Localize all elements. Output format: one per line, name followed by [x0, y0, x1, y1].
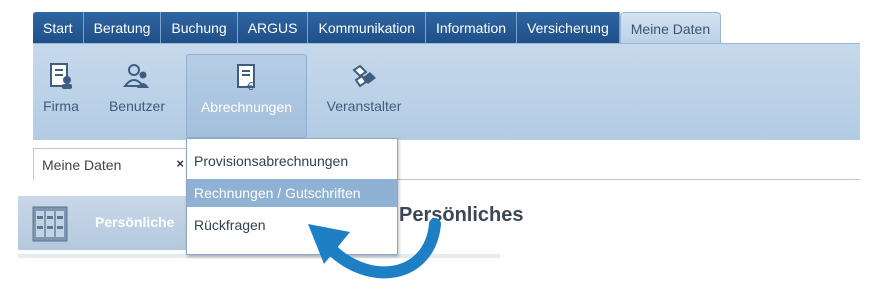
- toolbar-firma-button[interactable]: Firma: [35, 56, 87, 132]
- tab-start[interactable]: Start: [33, 12, 84, 44]
- toolbar-abrechnungen-label: Abrechnungen: [200, 99, 293, 115]
- tab-versicherung[interactable]: Versicherung: [517, 12, 620, 44]
- cabinet-icon: [32, 206, 68, 242]
- toolbar-benutzer-button[interactable]: Benutzer: [99, 56, 175, 132]
- tab-beratung[interactable]: Beratung: [83, 12, 162, 44]
- company-icon: [50, 63, 72, 89]
- close-icon[interactable]: ×: [176, 156, 184, 171]
- users-icon: [123, 64, 149, 88]
- curved-arrow-icon: [308, 218, 441, 279]
- toolbar-abrechnungen-button[interactable]: € Abrechnungen: [186, 54, 307, 138]
- menu-item-provisionsabrechnungen[interactable]: Provisionsabrechnungen: [187, 147, 397, 175]
- toolbar-benutzer-label: Benutzer: [108, 98, 166, 114]
- tab-buchung[interactable]: Buchung: [161, 12, 238, 44]
- invoice-icon: €: [236, 64, 255, 91]
- tab-kommunikation[interactable]: Kommunikation: [308, 12, 426, 44]
- ribbon-toolbar: Firma Benutzer € Abrechnungen Veranstalt…: [33, 44, 860, 140]
- main-tab-bar: Start Beratung Buchung ARGUS Kommunikati…: [33, 12, 722, 45]
- menu-item-rechnungen-gutschriften[interactable]: Rechnungen / Gutschriften: [187, 179, 397, 207]
- toolbar-veranstalter-label: Veranstalter: [326, 98, 402, 114]
- tab-meine-daten-document[interactable]: Meine Daten ×: [33, 148, 191, 180]
- tab-meine-daten[interactable]: Meine Daten: [619, 12, 722, 45]
- document-tab-label: Meine Daten: [42, 156, 122, 173]
- toolbar-firma-label: Firma: [43, 98, 79, 114]
- organizer-icon: [352, 64, 376, 88]
- tab-information[interactable]: Information: [425, 12, 518, 44]
- sidebar-panel-label: Persönliche: [95, 214, 175, 230]
- tab-argus[interactable]: ARGUS: [237, 12, 309, 44]
- svg-text:€: €: [247, 80, 254, 91]
- toolbar-veranstalter-button[interactable]: Veranstalter: [318, 56, 410, 132]
